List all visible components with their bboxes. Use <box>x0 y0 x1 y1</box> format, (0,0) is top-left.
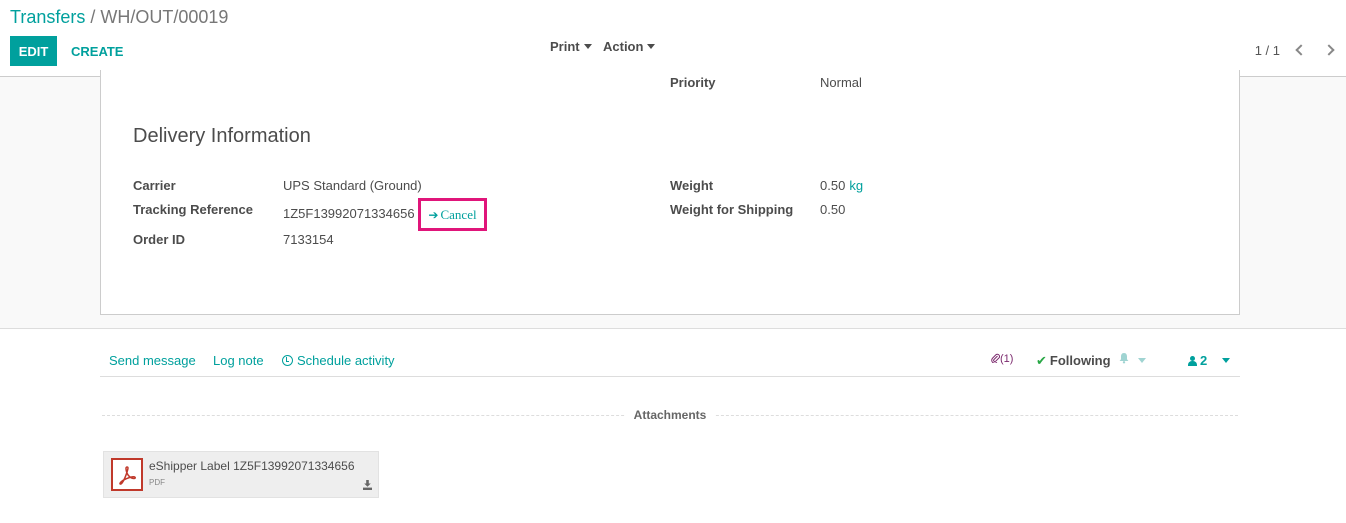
attachment-type: PDF <box>149 478 165 487</box>
priority-label: Priority <box>670 75 716 90</box>
chevron-right-icon <box>1323 44 1335 56</box>
weight-value: 0.50 <box>820 178 846 193</box>
attachment-name[interactable]: eShipper Label 1Z5F13992071334656 <box>149 459 374 473</box>
tracking-reference-value: 1Z5F13992071334656 <box>283 206 415 221</box>
cancel-shipment-link[interactable]: ➔ Cancel <box>428 207 476 223</box>
priority-value: Normal <box>820 75 862 90</box>
order-id-label: Order ID <box>133 232 186 247</box>
send-message-button[interactable]: Send message <box>109 353 196 368</box>
weight-field: 0.50 kg <box>820 178 863 193</box>
following-label: Following <box>1049 353 1111 368</box>
bell-icon[interactable] <box>1118 352 1130 367</box>
following-button[interactable]: ✔ Following <box>1036 353 1111 369</box>
paperclip-icon <box>991 353 1000 364</box>
order-id-value: 7133154 <box>283 232 334 247</box>
weight-for-shipping-value: 0.50 <box>820 202 846 217</box>
cancel-shipment-highlight[interactable]: ➔ Cancel <box>418 198 487 231</box>
caret-down-icon <box>647 44 656 50</box>
attachment-count: (1) <box>1000 353 1014 365</box>
followers-caret-icon[interactable] <box>1222 358 1230 363</box>
control-panel: Transfers / WH/OUT/00019 EDIT CREATE Print… <box>0 0 1346 77</box>
print-dropdown[interactable]: Print <box>550 39 592 54</box>
attachment-card[interactable]: eShipper Label 1Z5F13992071334656 PDF <box>103 451 379 498</box>
notification-caret-icon[interactable] <box>1138 358 1146 363</box>
chatter: Send message Log note Schedule activity … <box>0 328 1346 523</box>
weight-for-shipping-label: Weight for Shipping <box>670 202 794 217</box>
form-sheet: Priority Normal Delivery Information Car… <box>100 70 1240 315</box>
caret-down-icon <box>583 44 592 50</box>
tracking-reference-label: Tracking Reference <box>133 202 253 217</box>
download-icon[interactable] <box>363 477 372 490</box>
pager-previous-button[interactable] <box>1289 38 1313 62</box>
edit-button[interactable]: EDIT <box>10 36 57 66</box>
delivery-section-title: Delivery Information <box>133 125 311 147</box>
pager-value[interactable]: 1 / 1 <box>1255 43 1280 58</box>
followers-count: 2 <box>1200 353 1208 368</box>
action-label: Action <box>603 39 644 54</box>
schedule-activity-button[interactable]: Schedule activity <box>282 353 395 368</box>
followers-button[interactable]: 2 <box>1188 353 1207 368</box>
cancel-label: Cancel <box>440 206 477 222</box>
carrier-value: UPS Standard (Ground) <box>283 178 422 193</box>
attachments-title-wrap: Attachments <box>0 408 1340 422</box>
attachments-title: Attachments <box>625 408 715 422</box>
breadcrumb: Transfers / WH/OUT/00019 <box>10 7 228 28</box>
breadcrumb-current: WH/OUT/00019 <box>100 7 229 27</box>
attachment-count-button[interactable]: (1) <box>991 353 1013 365</box>
weight-label: Weight <box>670 178 714 193</box>
breadcrumb-transfers-link[interactable]: Transfers <box>10 7 85 27</box>
print-label: Print <box>550 39 580 54</box>
log-note-button[interactable]: Log note <box>213 353 264 368</box>
check-icon: ✔ <box>1036 353 1047 368</box>
action-dropdown[interactable]: Action <box>603 39 656 54</box>
user-icon <box>1188 356 1197 366</box>
weight-unit: kg <box>849 178 864 193</box>
download-icon-graphic <box>363 480 372 490</box>
chatter-topbar: Send message Log note Schedule activity … <box>100 349 1240 377</box>
arrow-right-icon: ➔ <box>428 207 439 222</box>
pager-next-button[interactable] <box>1317 38 1341 62</box>
chevron-left-icon <box>1295 44 1307 56</box>
breadcrumb-separator: / <box>90 7 96 27</box>
clock-icon <box>282 355 293 366</box>
pdf-acrobat-icon <box>119 465 136 485</box>
pdf-icon <box>111 458 143 491</box>
bell-icon-graphic <box>1119 353 1129 364</box>
schedule-activity-label: Schedule activity <box>297 353 395 368</box>
create-button[interactable]: CREATE <box>63 36 131 66</box>
carrier-label: Carrier <box>133 178 176 193</box>
